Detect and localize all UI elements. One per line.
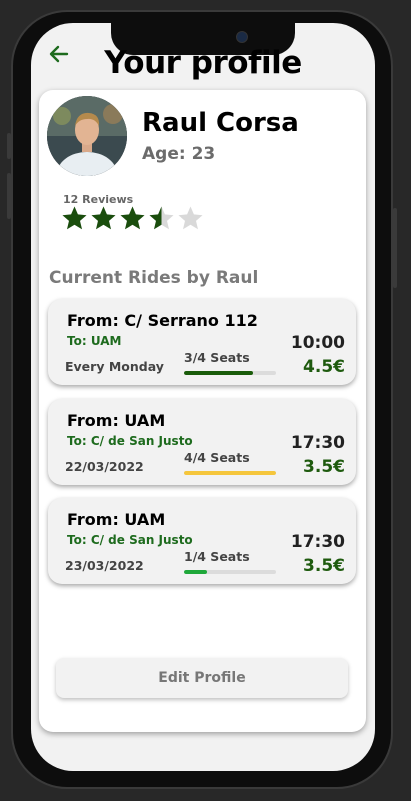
ride-time: 10:00 (290, 333, 345, 353)
user-name: Raul Corsa (142, 108, 299, 138)
ride-time: 17:30 (290, 433, 345, 453)
seat-progress-bar (184, 471, 276, 475)
user-age: Age: 23 (142, 144, 216, 164)
page-title: Your profile (104, 45, 302, 81)
ride-price: 3.5€ (303, 556, 345, 576)
ride-date: 22/03/2022 (65, 459, 144, 474)
ride-price: 4.5€ (303, 357, 345, 377)
phone-side-button (393, 208, 397, 288)
edit-profile-button[interactable]: Edit Profile (56, 658, 348, 698)
ride-time: 17:30 (290, 532, 345, 552)
ride-destination: To: C/ de San Justo (67, 434, 193, 448)
ride-card[interactable]: From: UAM To: C/ de San Justo 22/03/2022… (48, 399, 356, 485)
ride-seats: 1/4 Seats (184, 549, 250, 564)
star-rating (61, 205, 204, 232)
seat-progress-bar (184, 570, 276, 574)
star-icon (120, 206, 145, 230)
ride-destination: To: C/ de San Justo (67, 533, 193, 547)
phone-side-button (7, 173, 11, 219)
ride-date: Every Monday (65, 359, 164, 374)
ride-origin: From: C/ Serrano 112 (67, 311, 258, 330)
camera-icon (236, 31, 248, 43)
ride-seats: 3/4 Seats (184, 350, 250, 365)
profile-card: Raul Corsa Age: 23 12 Reviews Current Ri… (39, 90, 366, 732)
ride-card[interactable]: From: C/ Serrano 112 To: UAM Every Monda… (48, 299, 356, 385)
seat-progress-bar (184, 371, 276, 375)
ride-seats: 4/4 Seats (184, 450, 250, 465)
star-icon (149, 206, 174, 230)
seat-progress-fill (184, 570, 207, 574)
star-icon (91, 206, 116, 230)
ride-card[interactable]: From: UAM To: C/ de San Justo 23/03/2022… (48, 498, 356, 584)
app-screen: Your profile Raul Corsa Age: 23 12 Revie… (31, 23, 375, 771)
seat-progress-fill (184, 371, 253, 375)
star-icon (178, 206, 203, 230)
ride-origin: From: UAM (67, 411, 166, 430)
rides-section-title: Current Rides by Raul (49, 268, 259, 288)
ride-destination: To: UAM (67, 334, 122, 348)
ride-date: 23/03/2022 (65, 558, 144, 573)
avatar (47, 96, 127, 176)
phone-side-button (7, 133, 11, 159)
seat-progress-fill (184, 471, 276, 475)
ride-price: 3.5€ (303, 457, 345, 477)
star-icon (62, 206, 87, 230)
ride-origin: From: UAM (67, 510, 166, 529)
